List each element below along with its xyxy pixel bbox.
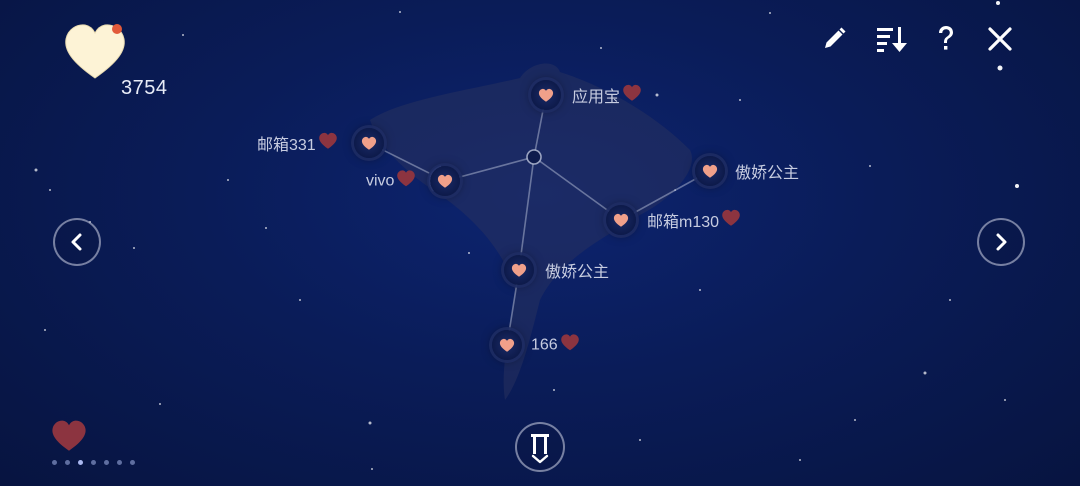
node-name: 166: [531, 336, 558, 353]
notification-dot: [112, 24, 122, 34]
heart-node-icon: [499, 338, 515, 352]
star-node-label[interactable]: 166: [531, 334, 580, 357]
heart-node-icon: [511, 263, 527, 277]
pencil-icon: [825, 27, 846, 48]
edit-button[interactable]: [814, 19, 854, 59]
sort-descending-icon: [877, 27, 907, 52]
star-node-label[interactable]: 邮箱m130: [647, 208, 741, 232]
node-name: 应用宝: [572, 89, 621, 106]
star-node-youxiang331[interactable]: [354, 128, 384, 158]
node-name: 邮箱m130: [647, 214, 720, 231]
page-dot[interactable]: [65, 460, 70, 465]
star-node-label[interactable]: 傲娇公主: [735, 159, 799, 183]
star-node-yingyongbao[interactable]: [531, 80, 561, 110]
liked-heart-icon: [560, 334, 580, 357]
heart-node-icon: [437, 174, 453, 188]
liked-heart-icon: [622, 84, 642, 107]
star-node-n166[interactable]: [492, 330, 522, 360]
close-button[interactable]: [980, 19, 1020, 59]
star-node-label[interactable]: 傲娇公主: [545, 258, 609, 282]
page-dot[interactable]: [130, 460, 135, 465]
heart-node-icon: [361, 136, 377, 150]
page-dot[interactable]: [104, 460, 109, 465]
constellation: [368, 63, 711, 400]
node-name: 傲娇公主: [545, 264, 610, 281]
heart-node-icon: [538, 88, 554, 102]
chevron-left-icon: [71, 233, 82, 251]
page-dot[interactable]: [78, 460, 83, 465]
chevron-right-icon: [996, 233, 1007, 251]
currency-heart[interactable]: [62, 22, 128, 87]
liked-heart-icon: [396, 170, 416, 193]
liked-heart-icon: [318, 132, 338, 155]
help-button[interactable]: [926, 19, 966, 59]
favorite-button[interactable]: [50, 419, 88, 458]
heart-node-icon: [613, 213, 629, 227]
prev-constellation-button[interactable]: [53, 218, 101, 266]
page-dot[interactable]: [52, 460, 57, 465]
node-name: 邮箱331: [257, 137, 316, 154]
node-name: 傲娇公主: [735, 165, 800, 182]
close-icon: [988, 27, 1012, 51]
currency-amount: 3754: [121, 77, 168, 99]
node-name: vivo: [366, 172, 395, 189]
constellation-hub: [526, 149, 542, 165]
star-node-vivo[interactable]: [430, 166, 460, 196]
heart-currency-icon: [65, 24, 125, 79]
dark-heart-icon: [52, 420, 86, 451]
page-dot[interactable]: [117, 460, 122, 465]
gate-button[interactable]: [515, 422, 565, 472]
sort-button[interactable]: [872, 19, 912, 59]
star-node-label[interactable]: 应用宝: [572, 83, 642, 107]
help-icon: [939, 26, 953, 50]
star-node-label[interactable]: vivo: [366, 170, 416, 193]
page-indicator: [52, 460, 135, 465]
page-dot[interactable]: [91, 460, 96, 465]
star-node-youxiang130[interactable]: [606, 205, 636, 235]
next-constellation-button[interactable]: [977, 218, 1025, 266]
star-node-aojiao2[interactable]: [504, 255, 534, 285]
liked-heart-icon: [721, 209, 741, 232]
star-node-aojiao1[interactable]: [695, 156, 725, 186]
heart-node-icon: [702, 164, 718, 178]
star-node-label[interactable]: 邮箱331: [257, 131, 338, 155]
gate-icon: [531, 434, 549, 464]
